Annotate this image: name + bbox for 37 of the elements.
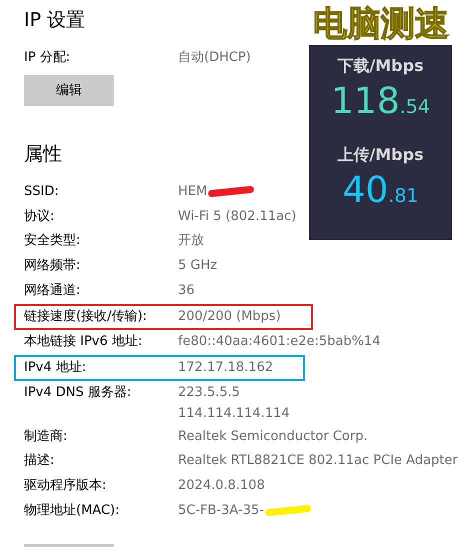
field-value: 172.17.18.162 xyxy=(178,360,274,375)
field-value: 223.5.5.5 xyxy=(178,384,240,400)
field-label: IPv4 DNS 服务器: xyxy=(24,384,132,402)
speed-label: 下载/Mbps xyxy=(337,55,424,77)
section-title: 属性 xyxy=(24,142,62,167)
field-value: 5 GHz xyxy=(178,258,218,274)
field-value: 200/200 (Mbps) xyxy=(178,308,281,324)
field-label: 制造商: xyxy=(24,428,68,446)
edit-button[interactable]: 编辑 xyxy=(24,74,114,106)
overlay-title: 电脑测速 xyxy=(313,4,449,44)
field-label: 网络通道: xyxy=(24,282,82,300)
field-label: 网络频带: xyxy=(24,257,82,276)
field-value: Realtek Semiconductor Corp. xyxy=(178,428,368,444)
field-value: 自动(DHCP) xyxy=(178,49,251,67)
field-label: 安全类型: xyxy=(24,232,82,250)
field-value: HEM xyxy=(178,184,208,199)
field-label: 描述: xyxy=(24,452,56,470)
field-label: 协议: xyxy=(24,208,56,226)
field-label: 本地链接 IPv6 地址: xyxy=(24,332,144,351)
speed-value: 118.54 xyxy=(331,80,430,124)
field-label: 物理地址(MAC): xyxy=(24,502,120,520)
field-value: fe80::40aa:4601:e2e:5bab%14 xyxy=(178,334,380,349)
field-label: 驱动程序版本: xyxy=(24,477,108,496)
field-label: IP 分配: xyxy=(24,49,72,67)
field-value: Realtek RTL8821CE 802.11ac PCIe Adapter xyxy=(178,453,458,468)
field-value: 5C-FB-3A-35- xyxy=(178,502,264,518)
field-value: 36 xyxy=(178,282,195,298)
speed-value: 40.81 xyxy=(342,169,419,213)
field-label: SSID: xyxy=(24,182,60,201)
field-value: 开放 xyxy=(178,233,204,248)
field-value: Wi-Fi 5 (802.11ac) xyxy=(178,208,296,224)
field-label: IPv4 地址: xyxy=(24,358,88,377)
speed-label: 上传/Mbps xyxy=(337,144,424,166)
field-value: 114.114.114.114 xyxy=(178,406,290,421)
field-value: 2024.0.8.108 xyxy=(178,478,265,494)
field-label: 链接速度(接收/传输): xyxy=(24,308,148,326)
section-title: IP 设置 xyxy=(24,8,86,33)
